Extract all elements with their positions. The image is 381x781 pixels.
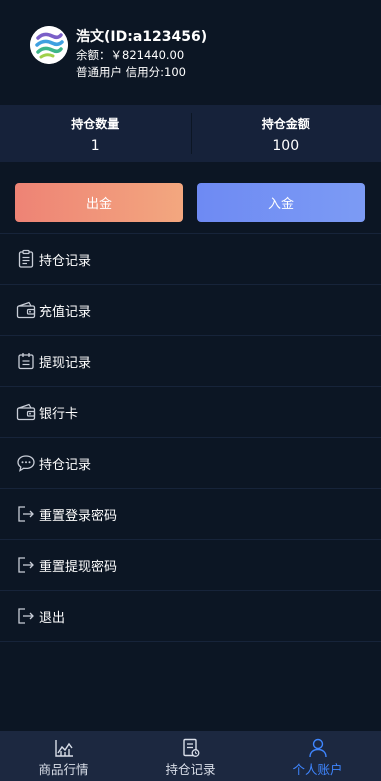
tab-label: 商品行情 <box>38 762 89 777</box>
tab-label: 持仓记录 <box>165 762 216 777</box>
exit-arrow-icon <box>16 504 36 524</box>
menu-label: 持仓记录 <box>39 253 92 269</box>
user-level-credit: 普通用户 信用分:100 <box>76 65 186 79</box>
menu-item-reset-login-password[interactable]: 重置登录密码 <box>0 489 381 540</box>
menu-label: 持仓记录 <box>39 457 92 473</box>
menu-item-position-records-2[interactable]: 持仓记录 <box>0 438 381 489</box>
chart-icon <box>54 740 73 757</box>
exit-arrow-icon <box>16 555 36 575</box>
tab-account[interactable]: 个人账户 <box>254 731 381 781</box>
avatar <box>30 26 68 64</box>
menu-label: 重置提现密码 <box>39 559 118 575</box>
exit-arrow-icon <box>16 606 36 626</box>
chat-bubble-icon <box>16 453 36 473</box>
menu-label: 重置登录密码 <box>39 508 118 524</box>
stat-value: 1 <box>90 138 100 154</box>
user-balance: 余额：￥821440.00 <box>76 48 185 62</box>
menu-label: 银行卡 <box>39 406 79 422</box>
user-icon <box>308 738 327 758</box>
deposit-button[interactable]: 入金 <box>197 183 365 222</box>
stat-position-amount: 持仓金额 100 <box>190 105 381 162</box>
menu-item-logout[interactable]: 退出 <box>0 591 381 642</box>
position-stats: 持仓数量 1 持仓金额 100 <box>0 105 381 162</box>
menu-label: 退出 <box>39 610 66 626</box>
profile-header: 浩文(ID:a123456) 余额：￥821440.00 普通用户 信用分:10… <box>0 0 381 105</box>
menu-item-withdrawal-records[interactable]: 提现记录 <box>0 336 381 387</box>
withdraw-button[interactable]: 出金 <box>15 183 183 222</box>
bottom-tab-bar: 商品行情 持仓记录 个人账户 <box>0 731 381 781</box>
stat-position-count: 持仓数量 1 <box>0 105 191 162</box>
menu-item-recharge-records[interactable]: 充值记录 <box>0 285 381 336</box>
menu-label: 提现记录 <box>39 355 92 371</box>
menu-item-position-records[interactable]: 持仓记录 <box>0 234 381 285</box>
stat-label: 持仓数量 <box>71 117 120 131</box>
tab-market[interactable]: 商品行情 <box>0 731 127 781</box>
app-logo-icon <box>30 26 68 64</box>
bank-card-icon <box>16 402 36 422</box>
calendar-icon <box>16 351 36 371</box>
clipboard-icon <box>16 249 36 269</box>
tab-label: 个人账户 <box>292 762 343 777</box>
menu-item-reset-withdraw-password[interactable]: 重置提现密码 <box>0 540 381 591</box>
stat-label: 持仓金额 <box>261 117 310 131</box>
menu-item-bank-card[interactable]: 银行卡 <box>0 387 381 438</box>
tab-positions[interactable]: 持仓记录 <box>127 731 254 781</box>
menu-label: 充值记录 <box>39 304 92 320</box>
stat-value: 100 <box>272 138 300 154</box>
user-name: 浩文(ID:a123456) <box>76 29 208 45</box>
document-icon <box>182 738 199 757</box>
account-menu: 持仓记录 充值记录 提现记录 银行卡 持仓记录 重置登录密码 重置提现密码 退出 <box>0 233 381 642</box>
wallet-icon <box>16 300 36 320</box>
